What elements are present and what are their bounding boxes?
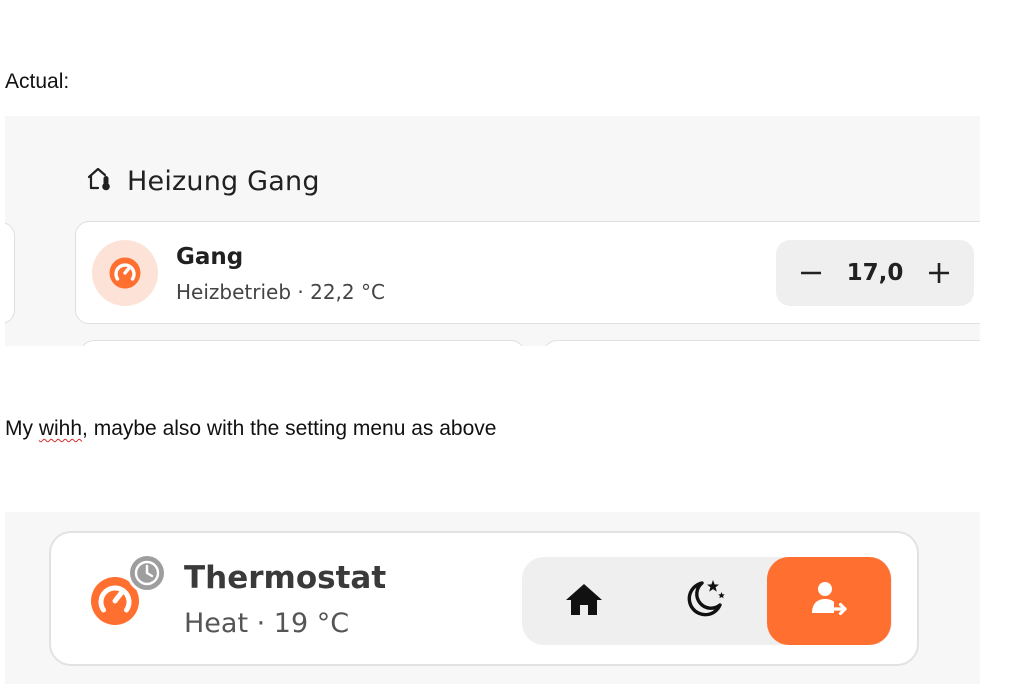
setpoint-value: 17,0 xyxy=(846,260,904,286)
card-state: Heat · 19 °C xyxy=(184,608,350,639)
thermostat-card[interactable]: Thermostat Heat · 19 °C xyxy=(49,531,919,666)
thermostat-icon[interactable] xyxy=(92,240,158,306)
actual-label: Actual: xyxy=(5,70,70,93)
card-name: Thermostat xyxy=(184,560,387,596)
section-title: Heizung Gang xyxy=(127,165,320,197)
actual-screenshot: Heizung Gang Gang Heizbetrieb · 22,2 °C … xyxy=(5,116,980,346)
preset-mode-selector xyxy=(522,557,892,645)
moon-stars-icon xyxy=(684,577,728,626)
misspelled-word: wihh xyxy=(38,417,83,440)
home-thermometer-icon xyxy=(85,164,115,199)
minus-icon[interactable] xyxy=(794,256,828,290)
wish-suffix: , maybe also with the setting menu as ab… xyxy=(82,417,497,440)
card-name: Gang xyxy=(176,244,244,270)
thermostat-card[interactable]: Gang Heizbetrieb · 22,2 °C 17,0 xyxy=(75,221,980,324)
clock-icon xyxy=(127,553,167,593)
wish-screenshot: Thermostat Heat · 19 °C xyxy=(5,512,980,684)
card-state: Heizbetrieb · 22,2 °C xyxy=(176,280,385,304)
home-icon xyxy=(564,581,604,622)
section-header: Heizung Gang xyxy=(85,164,320,198)
mode-home-button[interactable] xyxy=(522,557,645,645)
next-card-left xyxy=(80,340,525,346)
next-card-right xyxy=(543,340,980,346)
mode-away-button[interactable] xyxy=(767,557,891,645)
wish-label: My wihh, maybe also with the setting men… xyxy=(5,417,496,441)
plus-icon[interactable] xyxy=(922,256,956,290)
setpoint-stepper: 17,0 xyxy=(776,240,974,306)
mode-sleep-button[interactable] xyxy=(645,557,767,645)
person-arrow-icon xyxy=(809,579,849,624)
adjacent-card-edge xyxy=(5,222,15,324)
wish-prefix: My xyxy=(5,417,39,440)
